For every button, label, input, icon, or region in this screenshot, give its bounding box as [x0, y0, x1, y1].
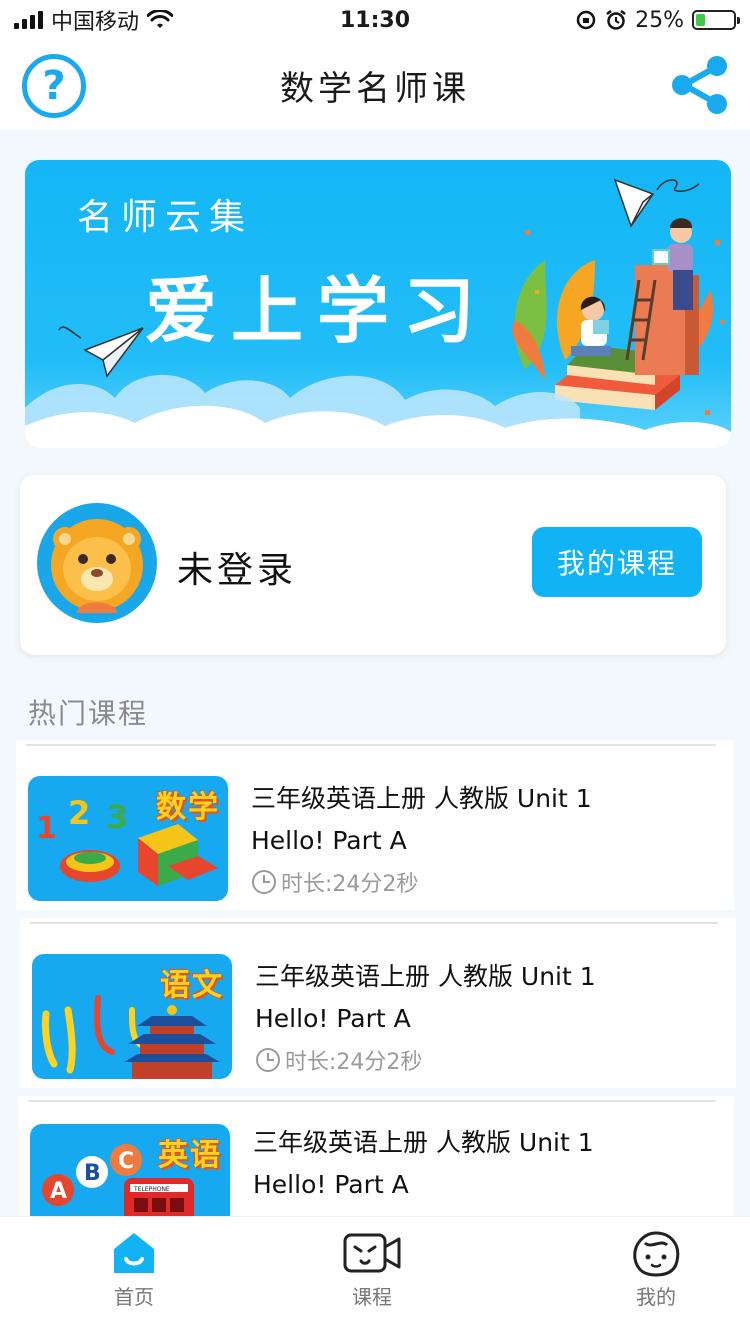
tab-label: 首页: [114, 1285, 154, 1309]
battery-icon: [692, 10, 740, 30]
tab-label: 课程: [352, 1285, 392, 1309]
face-icon: [633, 1231, 680, 1277]
svg-text:1: 1: [36, 811, 57, 846]
svg-text:3: 3: [106, 798, 128, 836]
video-camera-icon: [343, 1233, 401, 1273]
status-time: 11:30: [339, 7, 411, 33]
login-status: 未登录: [177, 550, 298, 591]
course-item[interactable]: 语文 三年级英语上册 人教版 Unit 1 Hello! Part A 时长:2…: [20, 918, 736, 1088]
help-button[interactable]: ?: [22, 54, 86, 118]
course-title-line1: 三年级英语上册 人教版 Unit 1: [251, 784, 592, 813]
tab-label: 我的: [636, 1285, 676, 1309]
course-title-line2: Hello! Part A: [255, 1004, 411, 1033]
course-title-line2: Hello! Part A: [251, 826, 407, 855]
course-title: 三年级英语上册 人教版 Unit 1 Hello! Part A: [253, 1122, 673, 1206]
course-thumbnail-english: A B C TELEPHONE 英语: [30, 1124, 230, 1216]
status-left: 中国移动: [14, 4, 174, 36]
banner-subtitle: 名师云集: [77, 197, 254, 238]
promo-banner[interactable]: 名师云集 爱上学习: [25, 160, 731, 448]
tab-bar: 首页 课程 我的: [0, 1216, 750, 1334]
divider: [26, 744, 716, 746]
svg-text:A: A: [50, 1179, 67, 1204]
signal-icon: [14, 11, 43, 29]
subject-tag: 语文: [160, 968, 224, 1003]
course-item[interactable]: 1 2 3 数学 三年级英语上册 人教版 Unit 1 Hello! Part …: [16, 740, 734, 910]
avatar[interactable]: [37, 503, 157, 623]
course-title: 三年级英语上册 人教版 Unit 1 Hello! Part A: [251, 778, 671, 862]
course-title-line1: 三年级英语上册 人教版 Unit 1: [253, 1128, 594, 1157]
duration-text: 时长:24分2秒: [285, 1050, 423, 1075]
cloud-decoration: [25, 374, 731, 448]
course-item[interactable]: A B C TELEPHONE 英语 三年级英语上册 人教版 Unit 1 He…: [18, 1096, 734, 1216]
app-header: ? 数学名师课: [0, 40, 750, 130]
course-title-line1: 三年级英语上册 人教版 Unit 1: [255, 962, 596, 991]
status-right: 25%: [575, 7, 740, 33]
course-list: 1 2 3 数学 三年级英语上册 人教版 Unit 1 Hello! Part …: [0, 740, 750, 1216]
duration-text: 时长:24分2秒: [281, 872, 419, 897]
svg-text:C: C: [118, 1149, 134, 1174]
clock-icon: [252, 870, 276, 894]
home-icon: [114, 1233, 154, 1273]
battery-percent: 25%: [635, 7, 684, 33]
status-bar: 中国移动 11:30 25%: [0, 0, 750, 40]
course-thumbnail-chinese: 语文: [32, 954, 232, 1079]
svg-text:B: B: [84, 1161, 101, 1186]
user-card: 未登录 我的课程: [20, 475, 726, 655]
course-title-line2: Hello! Part A: [253, 1170, 409, 1199]
course-duration: 时长:24分2秒: [255, 1044, 422, 1076]
svg-text:2: 2: [68, 794, 90, 832]
my-courses-button[interactable]: 我的课程: [532, 527, 702, 597]
subject-tag: 英语: [158, 1138, 222, 1173]
course-thumbnail-math: 1 2 3 数学: [28, 776, 228, 901]
tab-courses[interactable]: 课程: [302, 1229, 442, 1310]
divider: [30, 922, 718, 924]
section-title: 热门课程: [28, 697, 149, 730]
tab-mine[interactable]: 我的: [586, 1229, 726, 1310]
course-title: 三年级英语上册 人教版 Unit 1 Hello! Part A: [255, 956, 675, 1040]
clock-icon: [256, 1048, 280, 1072]
carrier-label: 中国移动: [51, 10, 140, 35]
subject-tag: 数学: [156, 790, 220, 825]
orientation-lock-icon: [576, 10, 596, 30]
alarm-icon: [606, 10, 626, 30]
svg-text:TELEPHONE: TELEPHONE: [133, 1186, 170, 1193]
question-circle-icon: ?: [42, 63, 66, 109]
course-duration: 时长:24分2秒: [251, 866, 418, 898]
wifi-icon: [147, 10, 174, 28]
share-icon[interactable]: [670, 54, 730, 116]
page-title: 数学名师课: [280, 68, 470, 109]
tab-home[interactable]: 首页: [64, 1229, 204, 1310]
divider: [28, 1100, 716, 1102]
lion-avatar-icon: [51, 519, 143, 613]
